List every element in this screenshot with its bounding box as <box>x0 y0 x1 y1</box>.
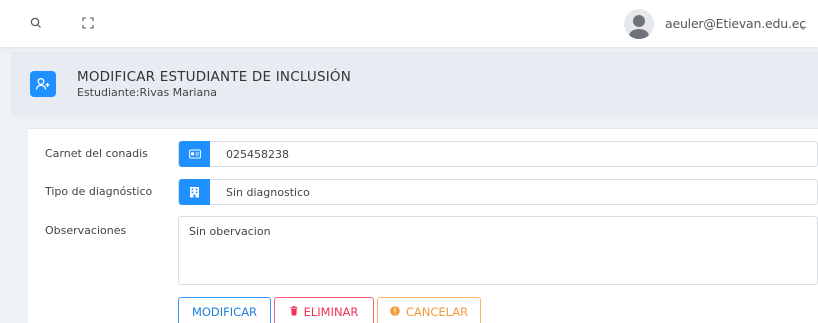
building-icon <box>179 179 210 205</box>
id-card-icon <box>179 141 210 167</box>
cancel-button[interactable]: CANCELAR <box>377 297 481 323</box>
carnet-value: 025458238 <box>226 148 289 161</box>
observaciones-label: Observaciones <box>45 224 127 237</box>
page-title: MODIFICAR ESTUDIANTE DE INCLUSIÓN <box>77 69 352 85</box>
user-email[interactable]: aeuler@Etievan.edu.ec <box>665 16 806 31</box>
diagnostico-value: Sin diagnostico <box>226 186 310 199</box>
top-navbar: aeuler@Etievan.edu.ec <box>0 0 818 47</box>
page-subtitle: Estudiante:Rivas Mariana <box>77 86 217 99</box>
carnet-input[interactable]: 025458238 <box>178 141 818 167</box>
delete-button[interactable]: ELIMINAR <box>274 297 374 323</box>
delete-button-label: ELIMINAR <box>303 305 359 319</box>
fullscreen-icon[interactable] <box>79 14 97 32</box>
chevron-down-icon[interactable] <box>799 18 807 36</box>
alert-circle-icon <box>390 305 400 319</box>
avatar[interactable] <box>624 9 654 39</box>
diagnostico-input[interactable]: Sin diagnostico <box>178 179 818 205</box>
diagnostico-label: Tipo de diagnóstico <box>45 185 153 198</box>
modify-button[interactable]: MODIFICAR <box>178 297 271 323</box>
modify-button-label: MODIFICAR <box>191 305 258 319</box>
add-user-icon <box>30 71 56 97</box>
observaciones-value: Sin obervacion <box>189 225 271 238</box>
trash-icon <box>290 305 298 319</box>
carnet-label: Carnet del conadis <box>45 147 148 160</box>
cancel-button-label: CANCELAR <box>405 305 469 319</box>
observaciones-textarea[interactable]: Sin obervacion <box>178 216 818 285</box>
search-icon[interactable] <box>27 14 45 32</box>
